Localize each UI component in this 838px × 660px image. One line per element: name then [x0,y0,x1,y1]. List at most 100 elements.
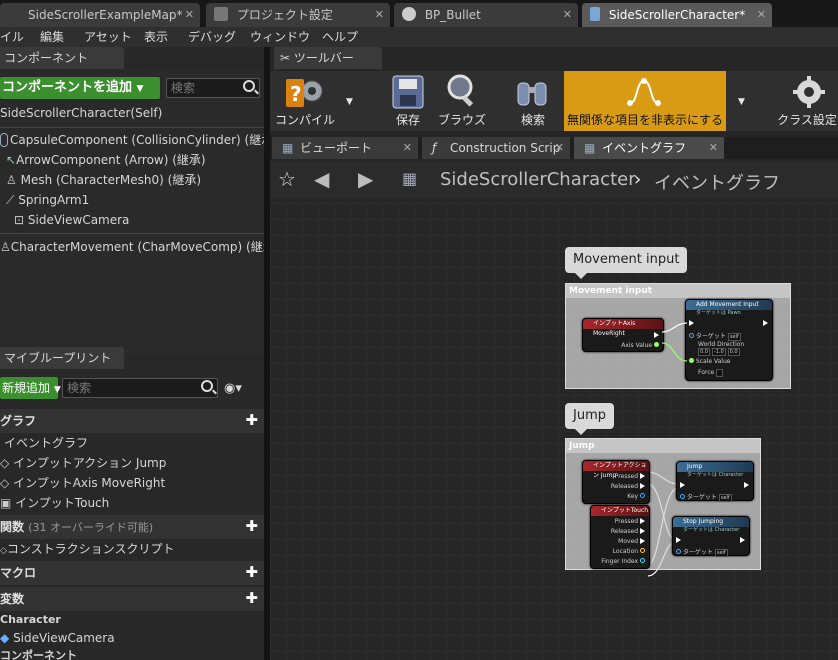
released-pin[interactable]: Released [611,528,645,535]
finger-index-pin[interactable]: Finger Index [601,558,645,565]
graph-item-moveright[interactable]: ◇ インプットAxis MoveRight [0,473,250,493]
component-self[interactable]: SideScrollerCharacter(Self) [0,103,162,123]
browse-button[interactable]: ブラウズ [436,71,488,131]
forward-arrow-icon[interactable]: ▶ [358,167,373,191]
tab-viewport[interactable]: ▦ ビューポート ✕ [272,137,418,159]
component-charmovement[interactable]: ♙CharacterMovement (CharMoveComp) (継承) [0,237,279,257]
node-add-movement-input[interactable]: Add Movement Input ターゲットは Pawn ターゲット sel… [685,299,773,381]
hide-unrelated-button[interactable]: 無関係な項目を非表示にする [564,71,726,131]
pressed-pin[interactable]: Pressed [615,518,645,525]
tab-construction-script[interactable]: ƒ Construction Scrip ✕ [422,137,570,159]
breadcrumb-graph[interactable]: イベントグラフ [654,169,780,195]
force-pin[interactable]: Force [698,369,724,377]
myblueprint-search-input[interactable]: 検索 [62,378,218,398]
add-new-button[interactable]: 新規追加 ▼ [0,377,61,399]
variable-category-character[interactable]: Character [0,610,61,630]
category-macros[interactable]: マクロ ✚ [0,561,264,585]
menu-window[interactable]: ウィンドウ [250,27,310,47]
add-function-icon[interactable]: ✚ [245,519,258,534]
event-graph-canvas[interactable]: Movement input Movement input インプットAxis … [270,203,838,660]
node-jump[interactable]: Jump ターゲットは Character ターゲット self [676,461,754,502]
target-pin[interactable]: ターゲット self [676,547,728,557]
moved-pin[interactable]: Moved [618,538,645,545]
component-search-input[interactable]: 検索 [166,78,260,98]
location-pin[interactable]: Location [613,548,645,555]
star-icon[interactable]: ☆ [278,167,296,191]
exec-in-pin[interactable] [689,320,694,327]
close-icon[interactable]: ✕ [375,3,384,27]
menu-debug[interactable]: デバッグ [188,27,236,47]
exec-out-pin[interactable] [763,320,768,327]
menu-view[interactable]: 表示 [144,27,168,47]
comment-bubble-jump[interactable]: Jump [565,403,614,435]
x-field[interactable]: 0.0 [698,348,710,356]
component-arrow[interactable]: ↖ArrowComponent (Arrow) (継承) [6,150,206,170]
y-field[interactable]: -1.0 [711,348,726,356]
event-graph-item[interactable]: イベントグラフ [4,433,254,453]
compile-button[interactable]: ? コンパイル [274,71,336,131]
tab-sidescroller-character[interactable]: SideScrollerCharacter* ✕ [582,3,772,27]
exec-out-pin[interactable] [744,482,749,489]
z-field[interactable]: 0.0 [727,348,740,356]
toolbar-panel-title[interactable]: ✂ ツールバー [274,47,382,69]
add-component-button[interactable]: コンポーネントを追加 ▼ [0,77,160,99]
add-graph-icon[interactable]: ✚ [245,413,258,428]
category-variables[interactable]: 変数 ✚ [0,587,264,611]
tab-sidescroller-map[interactable]: SideScrollerExampleMap* ✕ [0,3,200,27]
scale-value-pin[interactable]: Scale Value [689,358,730,365]
close-icon[interactable]: ✕ [709,137,718,159]
node-input-action-jump[interactable]: インプットアクション Jump Pressed Released Key [582,460,650,504]
component-mesh[interactable]: ♙ Mesh (CharacterMesh0) (継承) [6,170,201,190]
visibility-eye-icon[interactable]: ◉▾ [224,381,242,396]
exec-in-pin[interactable] [676,537,681,544]
world-direction-fields[interactable]: 0.0 -1.0 0.0 [698,348,740,356]
tab-bp-bullet[interactable]: BP_Bullet ✕ [394,3,578,27]
add-macro-icon[interactable]: ✚ [245,565,258,580]
tab-project-settings[interactable]: プロジェクト設定 ✕ [206,3,390,27]
close-icon[interactable]: ✕ [757,3,766,27]
back-arrow-icon[interactable]: ◀ [314,167,329,191]
released-pin[interactable]: Released [611,483,645,490]
component-capsule[interactable]: CapsuleComponent (CollisionCylinder) (継承… [0,130,278,150]
force-checkbox[interactable] [716,369,724,377]
add-variable-icon[interactable]: ✚ [245,591,258,606]
exec-out-pin[interactable] [654,332,659,339]
compile-options-dropdown[interactable]: ▼ [340,71,362,131]
node-stop-jumping[interactable]: Stop Jumping ターゲットは Character ターゲット self [672,516,750,557]
close-icon[interactable]: ✕ [403,137,412,159]
target-pin[interactable]: ターゲット self [689,331,741,341]
find-button[interactable]: 検索 [510,71,556,131]
class-settings-button[interactable]: クラス設定 [776,71,838,131]
exec-out-pin[interactable] [740,537,745,544]
close-icon[interactable]: ✕ [555,137,564,159]
components-panel-title[interactable]: コンポーネント [0,47,124,69]
component-springarm[interactable]: ⟋ SpringArm1 [6,190,89,210]
hide-unrelated-dropdown[interactable]: ▼ [732,71,754,131]
menu-asset[interactable]: アセット [84,27,132,47]
breadcrumb-blueprint[interactable]: SideScrollerCharacter [440,169,636,190]
menu-file[interactable]: イル [0,27,24,47]
category-graphs[interactable]: グラフ ✚ [0,409,264,433]
graph-item-jump[interactable]: ◇ インプットアクション Jump [0,453,250,473]
exec-in-pin[interactable] [680,482,685,489]
target-pin[interactable]: ターゲット self [680,492,732,502]
variable-sideviewcamera[interactable]: ◆ SideViewCamera [0,628,250,648]
variable-category-components[interactable]: コンポーネント [0,646,250,660]
save-button[interactable]: 保存 [386,71,430,131]
node-input-touch[interactable]: インプットTouch Pressed Released Moved Locati… [590,505,650,569]
component-sideviewcamera[interactable]: ⊡ SideViewCamera [14,210,129,230]
myblueprint-panel-title[interactable]: マイブループリント [0,347,124,369]
graph-item-touch[interactable]: ▣ インプットTouch [0,493,250,513]
node-input-axis-moveright[interactable]: インプットAxis MoveRight Axis Value [582,318,664,352]
category-functions[interactable]: 関数 (31 オーバーライド可能) ✚ [0,515,264,539]
pressed-pin[interactable]: Pressed [615,473,645,480]
key-pin[interactable]: Key [627,493,645,500]
axis-value-pin[interactable]: Axis Value [621,342,659,349]
close-icon[interactable]: ✕ [563,3,572,27]
menu-edit[interactable]: 編集 [40,27,64,47]
close-icon[interactable]: ✕ [185,3,194,27]
menu-help[interactable]: ヘルプ [322,27,358,47]
construction-script-item[interactable]: ◇コンストラクションスクリプト [0,539,250,559]
comment-bubble-movement[interactable]: Movement input [565,247,688,279]
tab-event-graph[interactable]: ▦ イベントグラフ ✕ [574,137,724,159]
